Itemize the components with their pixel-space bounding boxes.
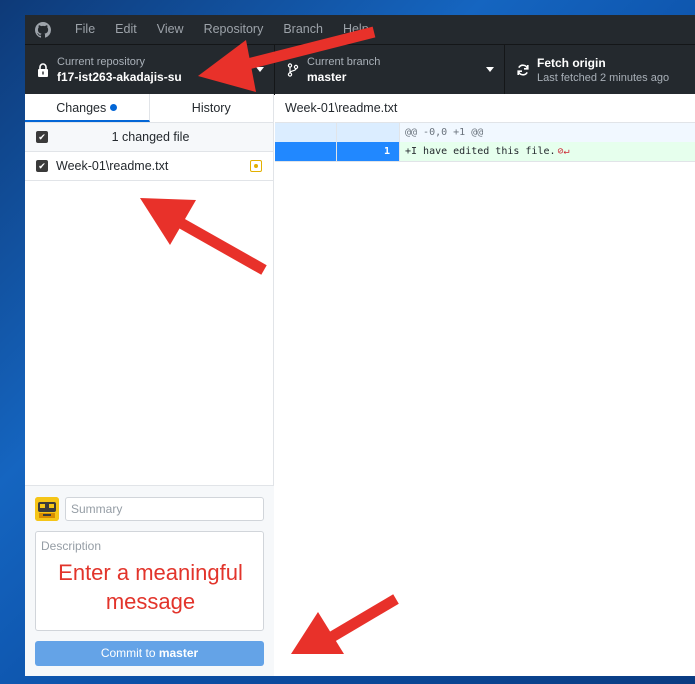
repository-label: Current repository — [57, 56, 146, 68]
last-fetched-text: Last fetched 2 minutes ago — [537, 72, 670, 84]
diff-line-added[interactable]: 1 +I have edited this file. ⊘↵ — [275, 142, 695, 161]
current-branch-button[interactable]: Current branch master — [275, 45, 505, 95]
select-all-checkbox[interactable]: ✔ — [36, 131, 48, 143]
tab-history[interactable]: History — [150, 94, 274, 122]
menu-file[interactable]: File — [65, 15, 105, 44]
file-name: Week-01\readme.txt — [56, 159, 169, 173]
repository-name: f17-ist263-akadajis-su — [57, 70, 182, 84]
diff-panel: Week-01\readme.txt @@ -0,0 +1 @@ 1 +I ha… — [275, 94, 695, 676]
commit-button[interactable]: Commit to master — [35, 641, 264, 666]
commit-button-prefix: Commit to — [100, 646, 159, 660]
changed-files-count: 1 changed file — [111, 130, 190, 144]
app-window: File Edit View Repository Branch Help Cu… — [25, 15, 695, 676]
diff-gutter: 1 — [337, 142, 400, 161]
commit-button-branch: master — [158, 646, 199, 660]
diff-hunk-header: @@ -0,0 +1 @@ — [275, 123, 695, 142]
description-label: Description — [41, 539, 102, 553]
github-logo-icon — [35, 21, 51, 38]
lock-icon — [35, 62, 51, 78]
old-line-number — [275, 123, 336, 142]
new-line-number — [337, 123, 398, 142]
menu-branch[interactable]: Branch — [273, 15, 333, 44]
file-checkbox[interactable]: ✔ — [36, 160, 48, 172]
old-line-number — [275, 142, 336, 161]
menu-view[interactable]: View — [147, 15, 194, 44]
summary-input[interactable] — [65, 497, 264, 521]
branch-icon — [285, 62, 301, 78]
description-field[interactable]: Description Enter a meaningful message — [35, 531, 264, 631]
branch-name: master — [307, 70, 347, 84]
sidebar: Changes History ✔ 1 changed file ✔ Week-… — [25, 94, 274, 676]
diff-gutter — [275, 123, 337, 142]
list-item[interactable]: ✔ Week-01\readme.txt — [25, 152, 273, 181]
chevron-down-icon — [256, 67, 264, 72]
menu-edit[interactable]: Edit — [105, 15, 147, 44]
menu-repository[interactable]: Repository — [194, 15, 274, 44]
diff-line-text: +I have edited this file. — [405, 146, 556, 157]
changes-header: ✔ 1 changed file — [25, 123, 273, 152]
tab-changes[interactable]: Changes — [25, 94, 150, 122]
description-text: Enter a meaningful message — [58, 560, 243, 614]
tab-history-label: History — [191, 101, 231, 115]
sync-icon — [515, 62, 531, 78]
tab-changes-label: Changes — [56, 101, 107, 115]
chevron-down-icon — [486, 67, 494, 72]
branch-label: Current branch — [307, 56, 381, 68]
changes-indicator-icon — [110, 104, 118, 111]
sidebar-tabs: Changes History — [25, 94, 273, 123]
avatar — [35, 497, 59, 521]
diff-gutter — [275, 142, 337, 161]
diff-line-content: +I have edited this file. ⊘↵ — [400, 142, 570, 161]
fetch-origin-button[interactable]: Fetch origin Last fetched 2 minutes ago — [505, 45, 695, 95]
no-newline-icon: ⊘↵ — [557, 146, 570, 157]
new-line-number: 1 — [383, 146, 390, 157]
toolbar: Current repository f17-ist263-akadajis-s… — [25, 44, 695, 95]
fetch-origin-label: Fetch origin — [537, 56, 606, 70]
diff-gutter — [337, 123, 400, 142]
modified-icon — [250, 160, 262, 172]
divider — [275, 161, 695, 162]
current-repository-button[interactable]: Current repository f17-ist263-akadajis-s… — [25, 45, 275, 95]
menu-bar: File Edit View Repository Branch Help — [25, 15, 695, 44]
menu-help[interactable]: Help — [333, 15, 379, 44]
diff-file-path: Week-01\readme.txt — [275, 94, 695, 123]
hunk-text: @@ -0,0 +1 @@ — [405, 127, 484, 138]
commit-panel: Description Enter a meaningful message C… — [25, 485, 274, 676]
